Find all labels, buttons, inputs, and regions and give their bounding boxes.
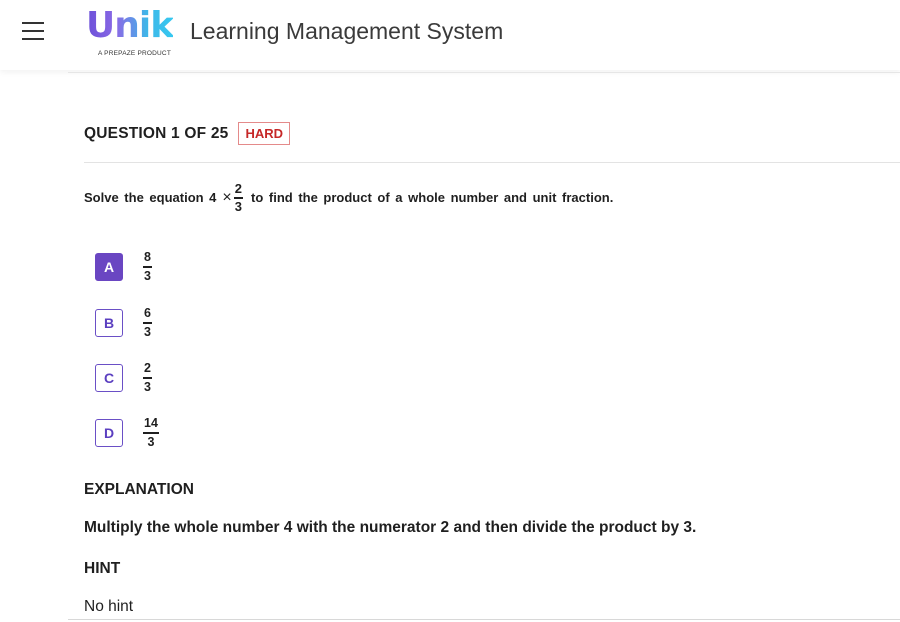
fraction-numerator: 2 bbox=[234, 181, 242, 196]
fraction-numerator: 14 bbox=[144, 416, 158, 430]
header-divider bbox=[68, 72, 900, 73]
fraction-denominator: 3 bbox=[234, 198, 242, 214]
question-text-before: Solve the equation 4 bbox=[84, 190, 217, 206]
fraction-numerator: 6 bbox=[144, 306, 151, 320]
logo-wordmark: Unik bbox=[86, 5, 174, 46]
option-d[interactable]: D 14 3 bbox=[95, 416, 159, 450]
question-header: QUESTION 1 OF 25 HARD bbox=[84, 122, 291, 145]
option-a-letter[interactable]: A bbox=[95, 252, 123, 281]
option-b-letter[interactable]: B bbox=[95, 308, 123, 337]
option-c[interactable]: C 2 3 bbox=[95, 361, 152, 395]
option-d-fraction: 14 3 bbox=[143, 416, 159, 450]
option-c-fraction: 2 3 bbox=[143, 361, 152, 395]
app-title: Learning Management System bbox=[190, 18, 504, 44]
hint-text: No hint bbox=[84, 598, 134, 615]
question-divider bbox=[84, 162, 900, 163]
footer-divider bbox=[68, 619, 900, 620]
logo-tagline: A PREPAZE PRODUCT bbox=[98, 50, 171, 57]
option-d-letter[interactable]: D bbox=[95, 418, 123, 447]
fraction-bar bbox=[143, 432, 159, 434]
question-counter: QUESTION 1 OF 25 bbox=[84, 124, 229, 142]
explanation-text: Multiply the whole number 4 with the num… bbox=[84, 519, 697, 536]
fraction-denominator: 3 bbox=[144, 268, 151, 283]
fraction-bar bbox=[143, 377, 152, 379]
question-fraction: 2 3 bbox=[233, 181, 243, 214]
fraction-bar bbox=[143, 322, 152, 324]
fraction-numerator: 8 bbox=[144, 250, 151, 264]
unik-logo[interactable]: Unik A PREPAZE PRODUCT bbox=[86, 6, 178, 60]
option-b[interactable]: B 6 3 bbox=[95, 306, 152, 340]
question-text: Solve the equation 4 × 2 3 to find the p… bbox=[84, 182, 613, 214]
multiply-operator: × bbox=[222, 188, 232, 206]
fraction-numerator: 2 bbox=[144, 361, 151, 375]
option-b-fraction: 6 3 bbox=[143, 306, 152, 340]
fraction-denominator: 3 bbox=[144, 379, 151, 394]
option-c-letter[interactable]: C bbox=[95, 363, 123, 392]
explanation-heading: EXPLANATION bbox=[84, 481, 194, 498]
app-header: Unik A PREPAZE PRODUCT Learning Manageme… bbox=[0, 0, 900, 70]
question-text-after: to find the product of a whole number an… bbox=[251, 190, 614, 206]
option-a-fraction: 8 3 bbox=[143, 250, 152, 284]
option-a[interactable]: A 8 3 bbox=[95, 250, 152, 284]
fraction-denominator: 3 bbox=[147, 434, 155, 449]
fraction-bar bbox=[143, 266, 152, 268]
hint-heading: HINT bbox=[84, 560, 121, 577]
difficulty-badge: HARD bbox=[238, 122, 291, 145]
fraction-denominator: 3 bbox=[144, 324, 151, 339]
hamburger-menu-icon[interactable] bbox=[22, 22, 44, 42]
